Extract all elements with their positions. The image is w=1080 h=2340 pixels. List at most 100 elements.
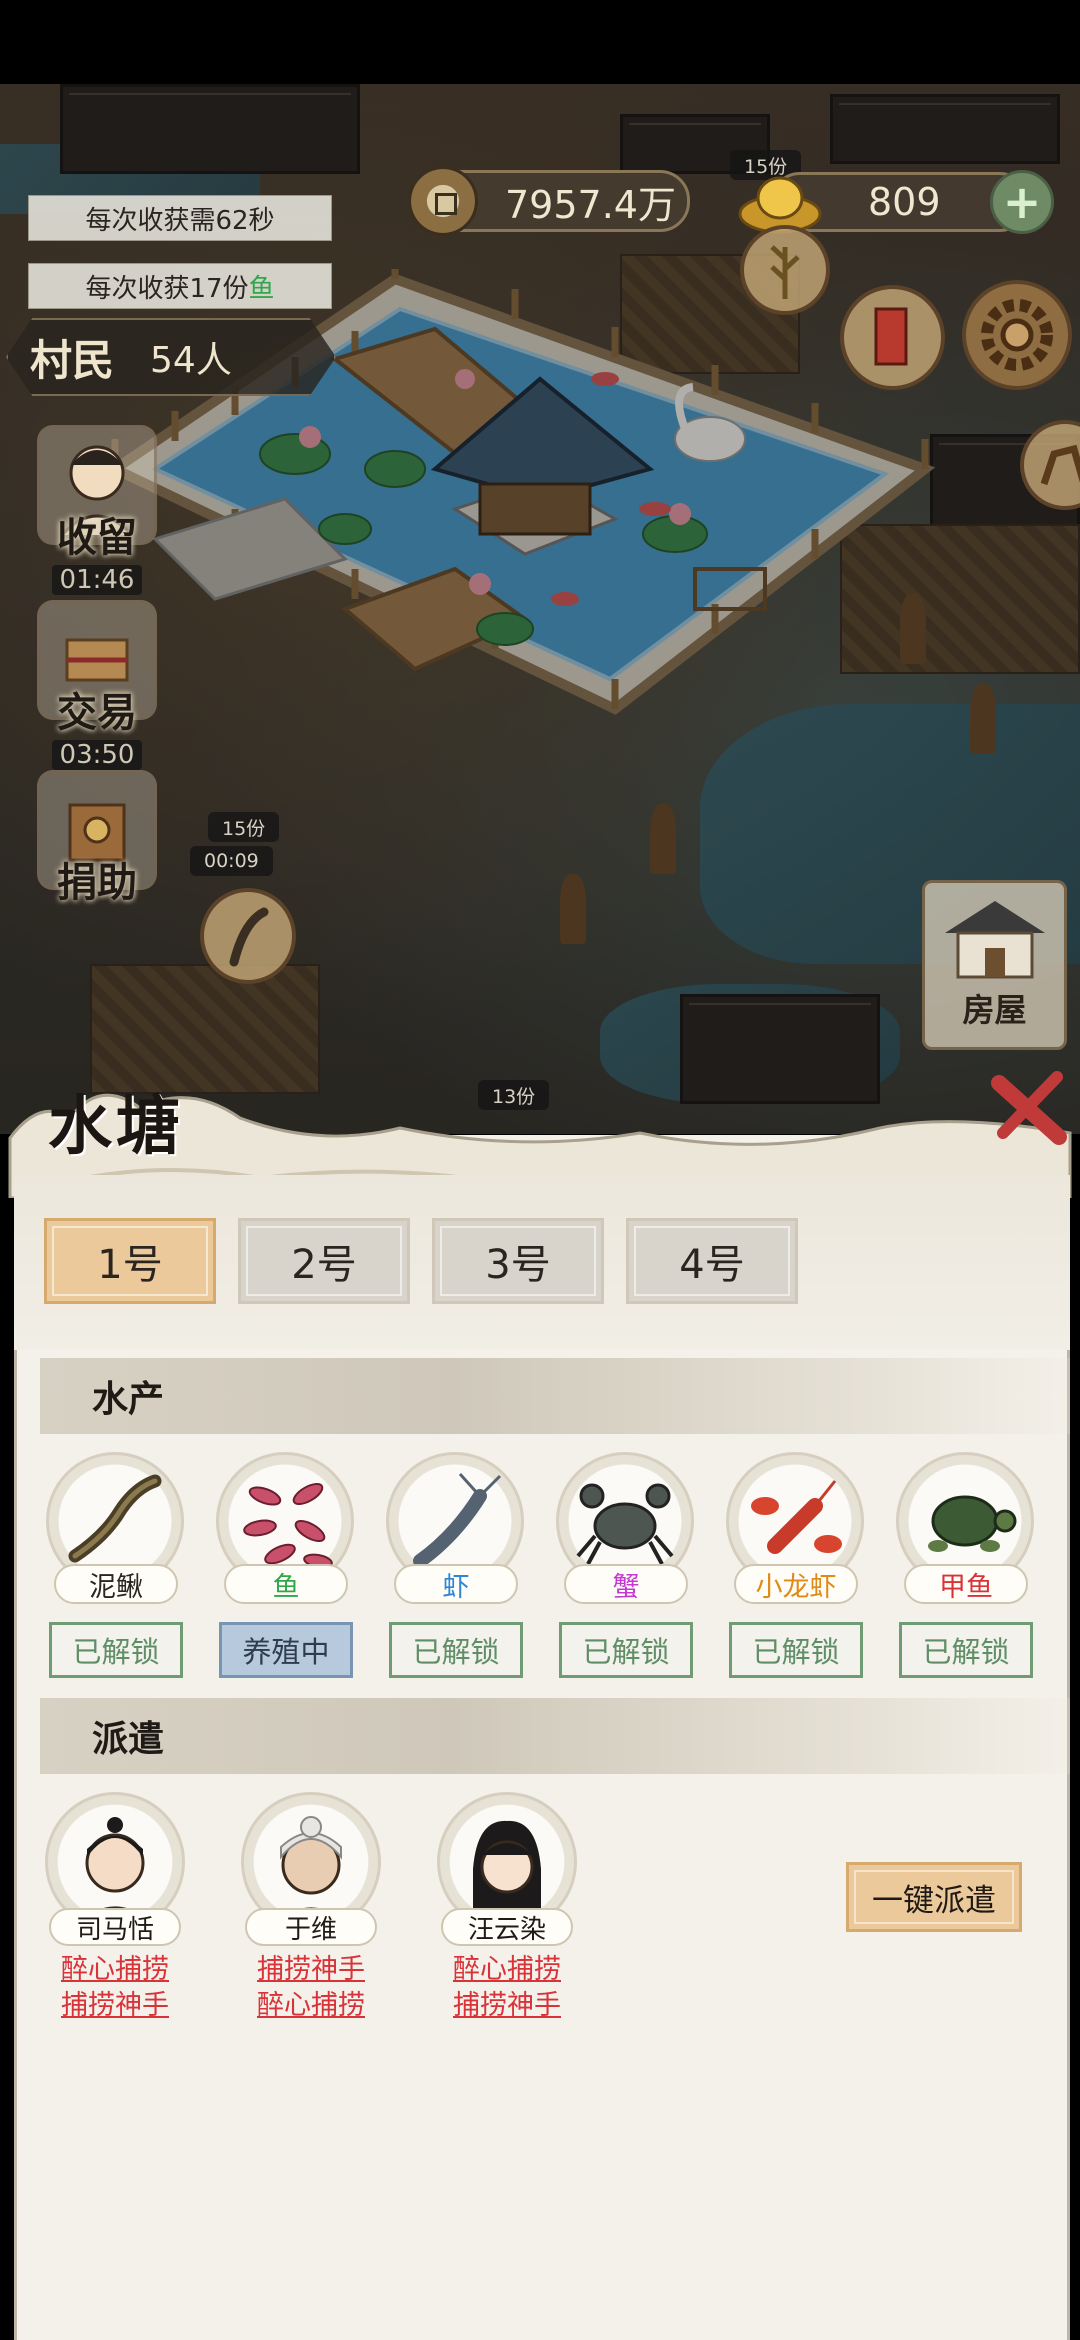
tab-pond-4[interactable]: 4号 <box>626 1218 798 1304</box>
villager-label: 村民 <box>30 335 115 385</box>
donate-label: 捐助 <box>57 859 137 906</box>
product-fish[interactable]: 鱼 养殖中 <box>216 1452 356 1678</box>
shelter-button[interactable]: 收留 01:46 <box>22 425 172 595</box>
eel-icon <box>229 907 269 967</box>
product-name-text: 甲鱼 <box>939 1571 993 1603</box>
donate-button[interactable]: 捐助 <box>22 770 172 908</box>
coin-icon <box>408 166 478 236</box>
letter-icon <box>874 307 908 366</box>
one-click-dispatch-button[interactable]: 一键派遣 <box>846 1862 1022 1932</box>
product-name: 泥鳅 <box>54 1564 178 1604</box>
product-name-text: 蟹 <box>612 1571 640 1603</box>
worker-name-text: 汪云染 <box>467 1914 546 1945</box>
house-button[interactable]: 房屋 <box>922 880 1067 1050</box>
product-name: 虾 <box>394 1564 518 1604</box>
product-turtle[interactable]: 甲鱼 已解锁 <box>896 1452 1036 1678</box>
villager-count: 村民 54人 <box>6 318 336 396</box>
worker-skill[interactable]: 醉心捕捞 <box>432 1952 582 1988</box>
tab-label: 2号 <box>291 1242 357 1288</box>
product-name-text: 小龙虾 <box>755 1571 837 1603</box>
harvest-time-info: 每次收获需62秒 <box>28 195 332 241</box>
product-crayfish[interactable]: 小龙虾 已解锁 <box>726 1452 866 1678</box>
product-name: 小龙虾 <box>734 1564 858 1604</box>
house-icon <box>944 901 1045 979</box>
product-status-text: 已解锁 <box>922 1635 1010 1669</box>
worker-yu-wei[interactable]: 于维 捕捞神手 醉心捕捞 <box>236 1792 386 2024</box>
product-status[interactable]: 已解锁 <box>899 1622 1033 1678</box>
map-tag-amount-text: 15份 <box>222 817 266 840</box>
ingot-value: 809 <box>868 180 941 224</box>
trade-button[interactable]: 交易 03:50 <box>22 600 172 770</box>
product-status[interactable]: 已解锁 <box>389 1622 523 1678</box>
shrimp-icon <box>413 1472 502 1568</box>
product-status-text: 已解锁 <box>582 1635 670 1669</box>
tab-pond-1[interactable]: 1号 <box>44 1218 216 1304</box>
map-tag-timer-text: 00:09 <box>204 850 259 872</box>
worker-name: 于维 <box>245 1908 377 1946</box>
product-status[interactable]: 已解锁 <box>559 1622 693 1678</box>
dispatch-section-title: 派遣 <box>92 1718 165 1760</box>
worker-name: 汪云染 <box>441 1908 573 1946</box>
map-tag-timer: 00:09 <box>190 846 273 876</box>
settings-button[interactable] <box>962 280 1072 390</box>
harvest-time-text: 每次收获需62秒 <box>85 205 275 236</box>
add-ingot-button[interactable]: + <box>990 170 1054 234</box>
map-building-bubble[interactable] <box>200 888 296 984</box>
shelter-label: 收留 <box>57 514 137 561</box>
tab-label: 4号 <box>679 1242 745 1288</box>
product-status[interactable]: 已解锁 <box>49 1622 183 1678</box>
worker-name-text: 于维 <box>284 1914 337 1945</box>
turtle-icon <box>928 1495 1017 1552</box>
dispatch-section-header: 派遣 <box>40 1698 1070 1774</box>
one-click-dispatch-label: 一键派遣 <box>872 1882 996 1919</box>
crayfish-icon <box>751 1480 842 1554</box>
product-name-text: 泥鳅 <box>89 1571 143 1603</box>
worker-skill[interactable]: 捕捞神手 <box>40 1988 190 2024</box>
tab-label: 3号 <box>485 1242 551 1288</box>
horse-icon <box>1040 444 1080 486</box>
product-status[interactable]: 养殖中 <box>219 1622 353 1678</box>
fish-icon <box>243 1482 333 1569</box>
coin-value: 7957.4万 <box>505 182 676 227</box>
grain-icon <box>770 245 800 299</box>
harvest-amount-info: 每次收获17份鱼 <box>28 263 332 309</box>
animal-bubble[interactable] <box>1020 420 1080 510</box>
status-bar <box>0 0 1080 84</box>
product-name-text: 虾 <box>442 1571 470 1603</box>
tab-label: 1号 <box>97 1242 163 1288</box>
worker-wang-yunran[interactable]: 汪云染 醉心捕捞 捕捞神手 <box>432 1792 582 2024</box>
tab-pond-3[interactable]: 3号 <box>432 1218 604 1304</box>
gear-icon <box>981 299 1053 371</box>
shelter-timer: 01:46 <box>51 565 143 595</box>
product-status-text: 已解锁 <box>752 1635 840 1669</box>
panel-title: 水塘 <box>48 1089 184 1164</box>
crop-bubble[interactable] <box>740 225 830 315</box>
harvest-amount-text: 每次收获17份 <box>85 273 249 304</box>
harvest-item-text: 鱼 <box>248 273 275 304</box>
product-shrimp[interactable]: 虾 已解锁 <box>386 1452 526 1678</box>
close-button[interactable] <box>985 1063 1073 1151</box>
product-status-text: 已解锁 <box>72 1635 160 1669</box>
trade-timer: 03:50 <box>51 740 143 770</box>
product-crab[interactable]: 蟹 已解锁 <box>556 1452 696 1678</box>
aquatic-section-header: 水产 <box>40 1358 1070 1434</box>
worker-skill[interactable]: 捕捞神手 <box>236 1952 386 1988</box>
product-loach[interactable]: 泥鳅 已解锁 <box>46 1452 186 1678</box>
worker-name: 司马恬 <box>49 1908 181 1946</box>
worker-name-text: 司马恬 <box>75 1914 154 1945</box>
worker-skill[interactable]: 捕捞神手 <box>432 1988 582 2024</box>
house-label: 房屋 <box>962 991 1027 1029</box>
product-name: 鱼 <box>224 1564 348 1604</box>
worker-skill[interactable]: 醉心捕捞 <box>40 1952 190 1988</box>
crab-icon <box>576 1483 674 1565</box>
loach-icon <box>68 1474 162 1563</box>
quest-button[interactable] <box>840 285 945 390</box>
tab-pond-2[interactable]: 2号 <box>238 1218 410 1304</box>
trade-label: 交易 <box>57 689 137 736</box>
product-status[interactable]: 已解锁 <box>729 1622 863 1678</box>
product-status-text: 养殖中 <box>242 1635 330 1669</box>
worker-sima-tian[interactable]: 司马恬 醉心捕捞 捕捞神手 <box>40 1792 190 2024</box>
aquatic-section-title: 水产 <box>92 1378 165 1420</box>
close-icon <box>991 1071 1067 1145</box>
worker-skill[interactable]: 醉心捕捞 <box>236 1988 386 2024</box>
